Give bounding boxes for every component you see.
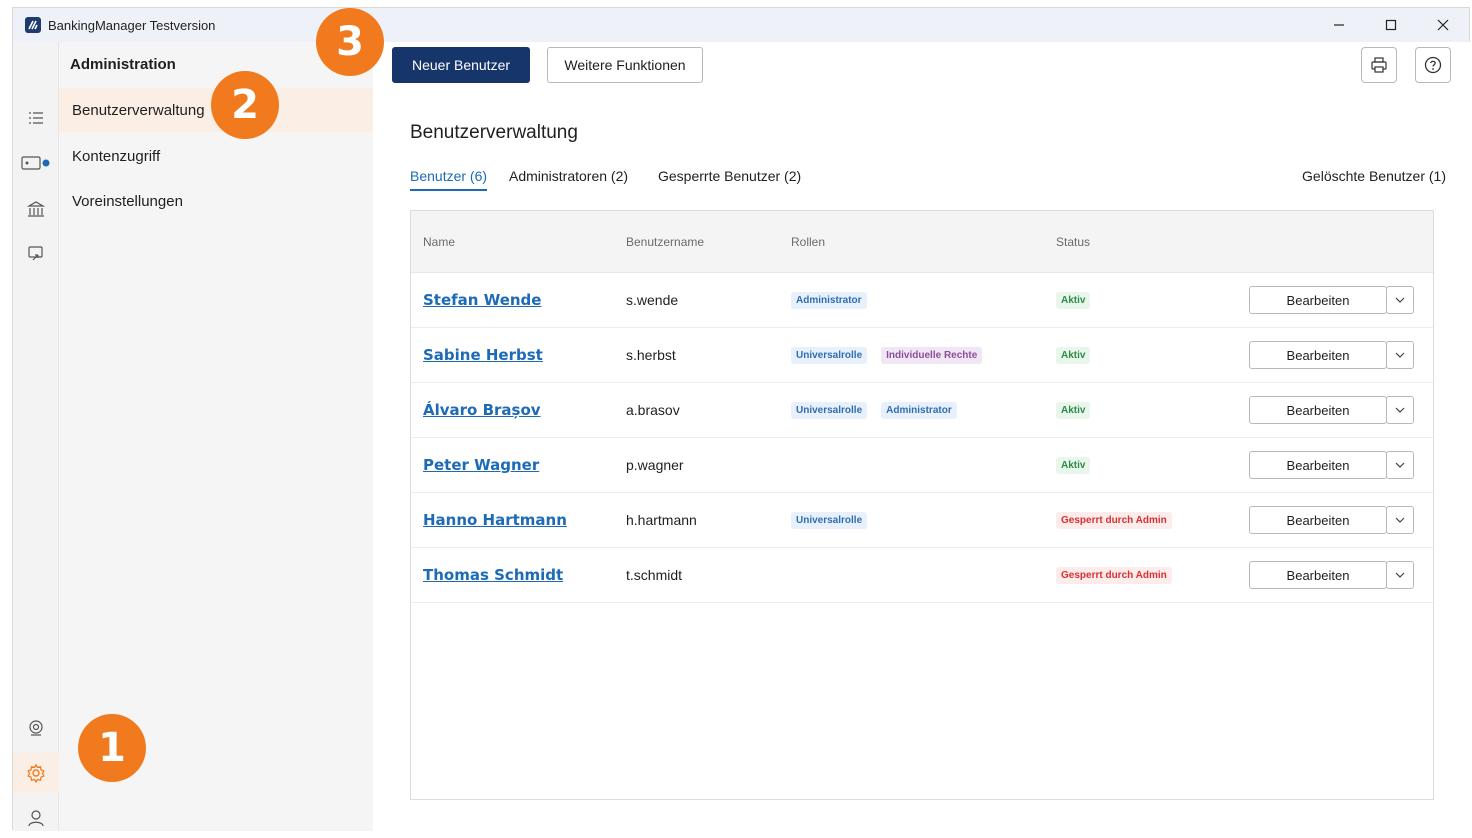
nav-item-label: Benutzerverwaltung — [72, 101, 205, 119]
nav-panel: Administration Benutzerverwaltung Konten… — [59, 42, 373, 831]
column-header-username: Benutzername — [626, 235, 705, 249]
callout-marker: 3 — [316, 8, 384, 76]
user-name-link[interactable]: Sabine Herbst — [423, 346, 543, 364]
list-icon[interactable] — [13, 98, 59, 138]
account-card-icon[interactable] — [13, 143, 59, 183]
nav-item-label: Kontenzugriff — [72, 147, 161, 165]
status-badge: Aktiv — [1056, 291, 1091, 309]
username: s.wende — [626, 292, 679, 308]
column-header-name: Name — [423, 235, 456, 249]
nav-header: Administration — [70, 56, 176, 73]
chevron-down-icon[interactable] — [1386, 396, 1414, 424]
window-title: BankingManager Testversion — [48, 17, 216, 33]
tab-benutzer[interactable]: Benutzer (6) — [410, 168, 488, 191]
chevron-down-icon[interactable] — [1386, 451, 1414, 479]
minimize-icon[interactable] — [1313, 8, 1365, 42]
main-content: Neuer Benutzer Weitere Funktionen Benutz… — [373, 42, 1471, 831]
title-bar: BankingManager Testversion — [13, 8, 1469, 42]
column-header-roles: Rollen — [791, 235, 826, 249]
print-icon[interactable] — [1361, 47, 1397, 83]
username: p.wagner — [626, 457, 684, 473]
user-name-link[interactable]: Stefan Wende — [423, 291, 541, 309]
status-badge: Gesperrt durch Admin — [1056, 511, 1172, 529]
chevron-down-icon[interactable] — [1386, 506, 1414, 534]
user-name-link[interactable]: Hanno Hartmann — [423, 511, 567, 529]
table-row: Álvaro Brașov a.brasov Universalrolle Ad… — [411, 383, 1433, 438]
edit-button[interactable]: Bearbeiten — [1249, 506, 1387, 534]
status-badge: Aktiv — [1056, 401, 1091, 419]
page-title: Benutzerverwaltung — [410, 122, 578, 143]
maximize-icon[interactable] — [1365, 8, 1417, 42]
table-row: Thomas Schmidt t.schmidt Gesperrt durch … — [411, 548, 1433, 603]
status-badge: Aktiv — [1056, 346, 1091, 364]
user-name-link[interactable]: Peter Wagner — [423, 456, 539, 474]
nav-item-voreinstellungen[interactable]: Voreinstellungen — [59, 179, 373, 223]
callout-marker: 1 — [78, 714, 146, 782]
table-row: Peter Wagner p.wagner Aktiv Bearbeiten — [411, 438, 1433, 493]
chevron-down-icon[interactable] — [1386, 561, 1414, 589]
tab-administratoren[interactable]: Administratoren (2) — [509, 168, 628, 184]
role-badge: Universalrolle — [791, 401, 868, 419]
status-badge: Aktiv — [1056, 456, 1091, 474]
role-badge: Individuelle Rechte — [881, 346, 983, 364]
help-icon[interactable] — [1415, 47, 1451, 83]
new-user-button[interactable]: Neuer Benutzer — [392, 47, 530, 83]
edit-button[interactable]: Bearbeiten — [1249, 341, 1387, 369]
role-badge: Universalrolle — [791, 511, 868, 529]
settings-icon[interactable] — [13, 753, 59, 793]
transfer-icon[interactable] — [13, 234, 59, 274]
status-badge: Gesperrt durch Admin — [1056, 566, 1172, 584]
table-row: Stefan Wende s.wende Administrator Aktiv… — [411, 273, 1433, 328]
callout-marker: 2 — [211, 71, 279, 139]
bank-icon[interactable] — [13, 189, 59, 229]
table-row: Sabine Herbst s.herbst Universalrolle In… — [411, 328, 1433, 383]
edit-button[interactable]: Bearbeiten — [1249, 561, 1387, 589]
username: a.brasov — [626, 402, 680, 418]
user-name-link[interactable]: Álvaro Brașov — [423, 401, 541, 419]
support-icon[interactable] — [13, 708, 59, 748]
username: s.herbst — [626, 347, 676, 363]
table-header: Name Benutzername Rollen Status — [411, 211, 1433, 273]
edit-button[interactable]: Bearbeiten — [1249, 396, 1387, 424]
username: t.schmidt — [626, 567, 683, 583]
close-icon[interactable] — [1417, 8, 1469, 42]
chevron-down-icon[interactable] — [1386, 341, 1414, 369]
more-functions-button[interactable]: Weitere Funktionen — [547, 47, 703, 83]
window-controls — [1313, 8, 1469, 42]
tab-gesperrte-benutzer[interactable]: Gesperrte Benutzer (2) — [658, 168, 801, 184]
tab-geloeschte-benutzer[interactable]: Gelöschte Benutzer (1) — [1302, 168, 1446, 184]
table-row: Hanno Hartmann h.hartmann Universalrolle… — [411, 493, 1433, 548]
edit-button[interactable]: Bearbeiten — [1249, 451, 1387, 479]
user-name-link[interactable]: Thomas Schmidt — [423, 566, 563, 584]
role-badge: Universalrolle — [791, 346, 868, 364]
nav-item-label: Voreinstellungen — [72, 192, 183, 210]
icon-rail — [13, 42, 59, 831]
role-badge: Administrator — [881, 401, 957, 419]
users-table: Name Benutzername Rollen Status Stefan W… — [410, 210, 1434, 800]
role-badge: Administrator — [791, 291, 867, 309]
chevron-down-icon[interactable] — [1386, 286, 1414, 314]
app-logo-icon — [25, 17, 41, 33]
edit-button[interactable]: Bearbeiten — [1249, 286, 1387, 314]
username: h.hartmann — [626, 512, 697, 528]
user-icon[interactable] — [13, 798, 59, 838]
column-header-status: Status — [1056, 235, 1091, 249]
nav-item-kontenzugriff[interactable]: Kontenzugriff — [59, 134, 373, 178]
